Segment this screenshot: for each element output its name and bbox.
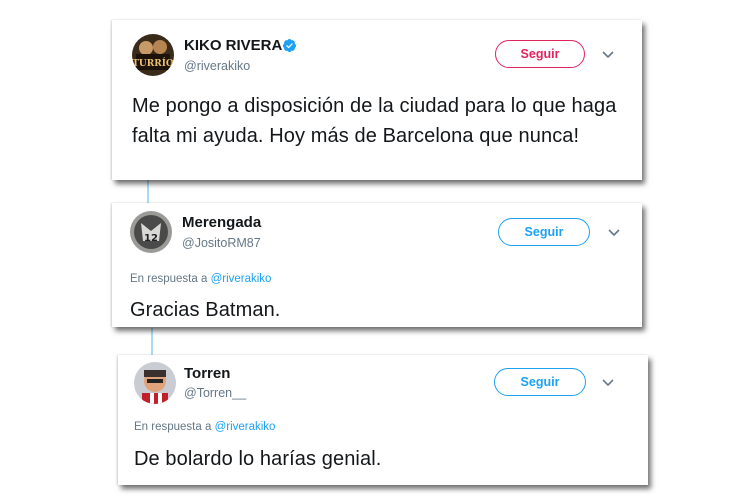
avatar[interactable] xyxy=(134,362,176,404)
follow-button[interactable]: Seguir xyxy=(494,368,586,396)
svg-text:TURRÍO: TURRÍO xyxy=(132,57,174,69)
tweet-card: TURRÍO KIKO RIVERA @riverakiko Seguir Me… xyxy=(112,20,642,180)
avatar-image: TURRÍO xyxy=(132,34,174,76)
tweet-card: 12 Merengada @JositoRM87 Seguir En respu… xyxy=(112,203,642,327)
avatar-image xyxy=(134,362,176,404)
chevron-down-icon[interactable] xyxy=(607,228,621,238)
display-name[interactable]: KIKO RIVERA xyxy=(184,37,282,54)
avatar[interactable]: TURRÍO xyxy=(132,34,174,76)
reply-mention-link[interactable]: @riverakiko xyxy=(215,421,276,433)
tweet-card: Torren @Torren__ Seguir En respuesta a @… xyxy=(118,355,648,485)
display-name[interactable]: Merengada xyxy=(182,214,261,231)
reply-context: En respuesta a @riverakiko xyxy=(130,273,271,285)
svg-text:12: 12 xyxy=(144,233,158,244)
reply-prefix: En respuesta a xyxy=(134,421,212,433)
tweet-text: Gracias Batman. xyxy=(130,299,281,321)
avatar-image: 12 xyxy=(130,211,172,253)
follow-button[interactable]: Seguir xyxy=(495,40,585,68)
user-handle[interactable]: @riverakiko xyxy=(184,59,250,73)
tweet-text: De bolardo lo harías genial. xyxy=(134,448,382,470)
thread-connector-line xyxy=(151,328,153,358)
tweet-text: Me pongo a disposición de la ciudad para… xyxy=(132,95,617,147)
follow-button[interactable]: Seguir xyxy=(498,218,590,246)
reply-mention-link[interactable]: @riverakiko xyxy=(211,273,272,285)
verified-badge-icon xyxy=(282,38,297,53)
chevron-down-icon[interactable] xyxy=(601,378,615,388)
reply-context: En respuesta a @riverakiko xyxy=(134,421,275,433)
chevron-down-icon[interactable] xyxy=(601,50,615,60)
display-name[interactable]: Torren xyxy=(184,365,230,382)
reply-prefix: En respuesta a xyxy=(130,273,208,285)
avatar[interactable]: 12 xyxy=(130,211,172,253)
user-handle[interactable]: @Torren__ xyxy=(184,386,246,400)
user-handle[interactable]: @JositoRM87 xyxy=(182,236,261,250)
